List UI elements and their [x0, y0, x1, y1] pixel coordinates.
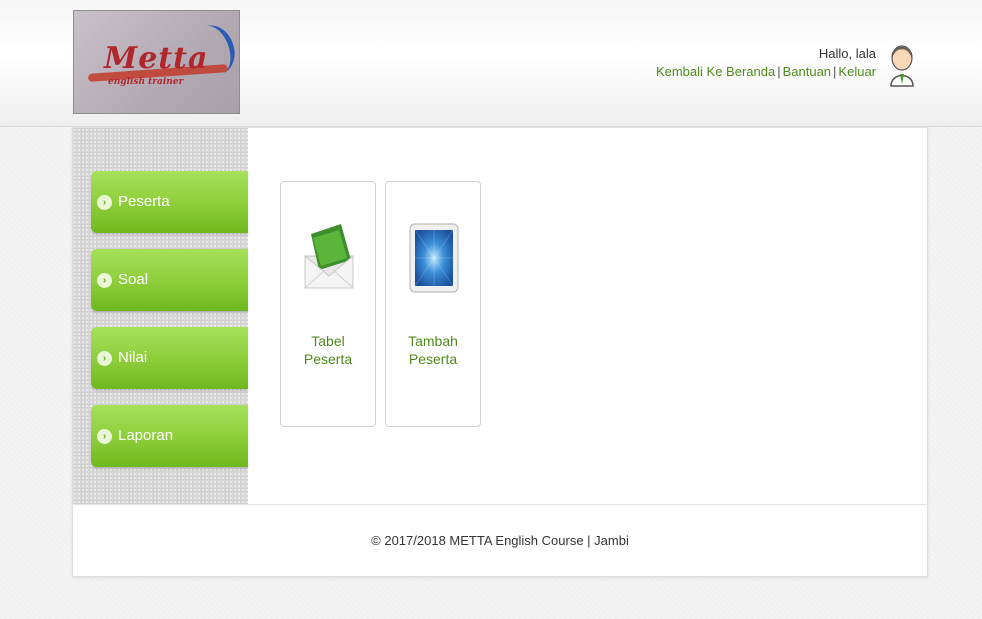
- chevron-right-icon: ›: [97, 429, 112, 444]
- help-link[interactable]: Bantuan: [783, 64, 831, 79]
- chevron-right-icon: ›: [97, 351, 112, 366]
- tablet-icon: [409, 223, 459, 293]
- home-link[interactable]: Kembali Ke Beranda: [656, 64, 775, 79]
- sidebar-item-label: Soal: [118, 271, 149, 288]
- content-area: Tabel Peserta Tambah Peserta: [248, 128, 927, 504]
- tambah-peserta-tile[interactable]: Tambah Peserta: [385, 181, 481, 427]
- link-separator: |: [777, 64, 781, 79]
- tile-label-line: Peserta: [303, 351, 353, 367]
- chevron-right-icon: ›: [97, 273, 112, 288]
- sidebar-item-peserta[interactable]: › Peserta: [91, 171, 248, 233]
- link-separator: |: [833, 64, 837, 79]
- footer-copyright: © 2017/2018 METTA English Course | Jambi: [371, 533, 629, 548]
- header: Metta english trainer Hallo, lala Kembal…: [0, 0, 982, 127]
- user-greeting: Hallo, lala: [818, 46, 876, 61]
- user-area: Hallo, lala Kembali Ke Beranda | Bantuan | K…: [656, 45, 876, 81]
- sidebar-item-nilai[interactable]: › Nilai: [91, 327, 248, 389]
- footer: © 2017/2018 METTA English Course | Jambi: [73, 504, 927, 576]
- user-avatar-icon: [890, 45, 914, 87]
- tile-label-line: Tambah: [408, 333, 458, 349]
- sidebar-item-label: Peserta: [118, 193, 170, 210]
- sidebar-item-laporan[interactable]: › Laporan: [91, 405, 248, 467]
- logo-brand: Metta: [104, 41, 209, 76]
- header-links: Kembali Ke Beranda | Bantuan | Keluar: [656, 63, 876, 81]
- envelope-icon: [304, 224, 354, 289]
- tile-label: Tabel Peserta: [281, 332, 375, 368]
- tile-label-line: Tabel: [311, 333, 345, 349]
- sidebar-item-soal[interactable]: › Soal: [91, 249, 248, 311]
- sidebar-item-label: Laporan: [118, 427, 174, 444]
- tabel-peserta-tile[interactable]: Tabel Peserta: [280, 181, 376, 427]
- tile-label-line: Peserta: [408, 351, 458, 367]
- chevron-right-icon: ›: [97, 195, 112, 210]
- logout-link[interactable]: Keluar: [838, 64, 876, 79]
- sidebar: › Peserta › Soal › Nilai › Laporan: [73, 128, 248, 504]
- logo: Metta english trainer: [73, 10, 240, 114]
- main-container: › Peserta › Soal › Nilai › Laporan Tabel…: [72, 127, 928, 577]
- sidebar-item-label: Nilai: [118, 349, 148, 366]
- logo-subtitle: english trainer: [108, 77, 184, 87]
- tile-label: Tambah Peserta: [386, 332, 480, 368]
